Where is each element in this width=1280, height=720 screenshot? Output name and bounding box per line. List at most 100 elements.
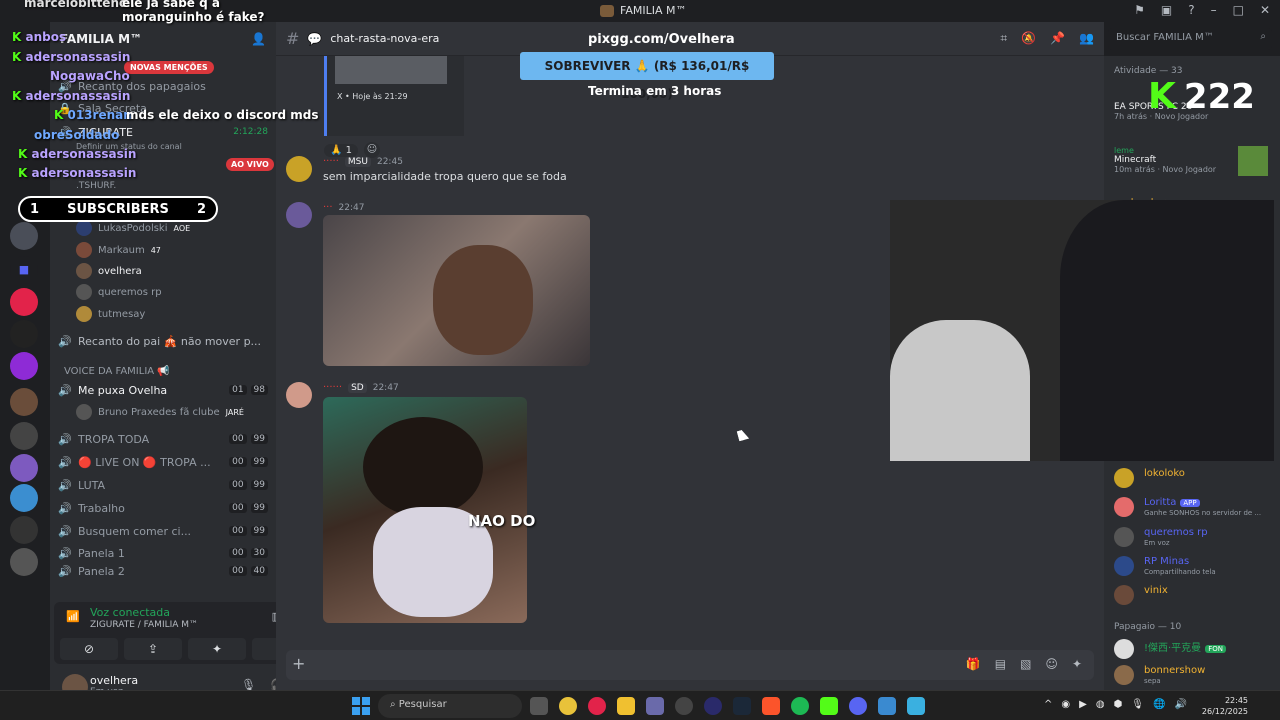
avatar[interactable] (286, 156, 312, 182)
network-icon[interactable]: 🌐 (1153, 699, 1165, 710)
member[interactable]: !傑西·平克曼 FON (1114, 636, 1274, 662)
windows-start-icon[interactable] (352, 697, 370, 715)
member[interactable]: Loritta APP Ganhe SONHOS no servidor de ..… (1114, 494, 1274, 520)
member[interactable]: vinix (1114, 582, 1274, 608)
server-icon[interactable] (10, 484, 38, 512)
notepad-icon[interactable] (907, 697, 925, 715)
plus-icon[interactable]: + (292, 654, 305, 673)
chevron-up-icon[interactable]: ^ (1044, 699, 1052, 710)
server-icon[interactable] (10, 516, 38, 544)
sticker-icon[interactable]: ▧ (1020, 657, 1031, 671)
voice-channel[interactable]: 🔊 🔴 LIVE ON 🔴 TROPA ... 00 99 (58, 452, 268, 472)
members-icon[interactable]: 👥 (1079, 31, 1094, 46)
apps-icon[interactable]: ✦ (1072, 657, 1082, 671)
voice-channel[interactable]: 🔊 TROPA TODA 00 99 (58, 429, 268, 449)
avatar (1114, 468, 1134, 488)
new-mentions-badge[interactable]: NOVAS MENÇÕES (124, 61, 214, 74)
voice-member[interactable]: ovelhera (76, 261, 142, 281)
message-composer[interactable]: + 🎁 ▤ ▧ ☺ ✦ (286, 650, 1094, 680)
gif-icon[interactable]: ▤ (995, 657, 1006, 671)
tray-app-icon[interactable]: ◉ (1061, 699, 1070, 710)
file-explorer-icon[interactable] (617, 697, 635, 715)
voice-channel[interactable]: 🔊 Busquem comer ci... 00 99 (58, 521, 268, 541)
server-icon[interactable] (10, 388, 38, 416)
activities-button[interactable]: ✦ (188, 638, 246, 660)
kick-icon[interactable] (820, 697, 838, 715)
link-embed[interactable]: X • Hoje às 21:29 (324, 56, 464, 136)
reaction-pray[interactable]: 🙏 1 (324, 143, 359, 157)
voice-channel[interactable]: 🔊 LUTA 00 99 (58, 475, 268, 495)
server-icon[interactable] (10, 288, 38, 316)
threads-icon[interactable]: ⌗ (1000, 31, 1007, 46)
voice-channel[interactable]: 🔊 Me puxa Ovelha 01 98 (58, 380, 268, 400)
message-author[interactable]: ····· (323, 156, 339, 167)
attached-image[interactable] (323, 215, 590, 366)
server-icon[interactable] (10, 352, 38, 380)
pin-icon[interactable]: 📌 (1050, 31, 1065, 46)
channel-recanto-pai[interactable]: 🔊 Recanto do pai 🎪 não mover p... (58, 331, 268, 351)
share-screen-button[interactable]: ⇪ (124, 638, 182, 660)
tray-app-icon[interactable]: ⬢ (1114, 699, 1123, 710)
voice-channel[interactable]: 🔊 Trabalho 00 99 (58, 498, 268, 518)
server-icon[interactable] (10, 454, 38, 482)
add-member-icon[interactable]: 👤 (251, 32, 266, 46)
member[interactable]: queremos rp Em voz (1114, 524, 1274, 550)
maximize-button[interactable]: □ (1233, 3, 1244, 17)
tray-app-icon[interactable]: ▶ (1079, 699, 1087, 710)
app-icon[interactable] (704, 697, 722, 715)
volume-icon[interactable]: 🔊 (1174, 699, 1186, 710)
avatar[interactable] (286, 202, 312, 228)
signal-icon[interactable]: 📶 (66, 610, 80, 623)
app-icon[interactable] (878, 697, 896, 715)
server-icon[interactable] (10, 422, 38, 450)
server-icon[interactable] (10, 222, 38, 250)
member[interactable]: bonnershow sepa (1114, 662, 1274, 688)
inbox-icon[interactable]: ⚑ (1134, 3, 1145, 17)
category-voice-familia[interactable]: VOICE DA FAMILIA 📢 (64, 366, 170, 377)
message-author[interactable]: ······ (323, 382, 342, 393)
brave-icon[interactable] (762, 697, 780, 715)
spotify-icon[interactable] (791, 697, 809, 715)
avatar (1114, 527, 1134, 547)
taskbar-search[interactable]: ⌕ Pesquisar (378, 694, 522, 718)
notifications-off-icon[interactable]: 🔕 (1021, 31, 1036, 46)
obs-icon[interactable] (675, 697, 693, 715)
chat-line: K adersonassasin (18, 147, 137, 161)
voice-member[interactable]: Markaum 47 (76, 240, 161, 260)
close-button[interactable]: ✕ (1260, 3, 1270, 17)
chrome-icon[interactable] (559, 697, 577, 715)
member[interactable]: lokoloko (1114, 465, 1274, 491)
help-icon[interactable]: ? (1188, 3, 1194, 17)
download-icon[interactable]: ▣ (1161, 3, 1172, 17)
app-icon[interactable] (646, 697, 664, 715)
minimize-button[interactable]: – (1211, 3, 1217, 17)
voice-channel[interactable]: 🔊 Panela 1 00 30 (58, 543, 268, 563)
server-icon[interactable] (10, 320, 38, 348)
folder-icon[interactable]: ■ (10, 256, 38, 284)
tray-app-icon[interactable]: ◍ (1096, 699, 1105, 710)
chat-line: K adersonassasin (12, 50, 131, 64)
attached-image[interactable] (323, 397, 527, 623)
avatar[interactable] (286, 382, 312, 408)
steam-icon[interactable] (733, 697, 751, 715)
search-input[interactable]: Buscar FAMILIA M™ ⌕ (1108, 28, 1272, 50)
message-author[interactable]: ··· (323, 202, 333, 213)
embed-thumbnail[interactable] (335, 56, 447, 84)
mic-icon[interactable]: 🎙 (1131, 699, 1144, 710)
emoji-icon[interactable]: ☺ (1045, 657, 1058, 671)
voice-member[interactable]: Bruno Praxedes fã clube JARÉ (76, 402, 244, 422)
gift-icon[interactable]: 🎁 (966, 657, 981, 671)
activity-card[interactable]: leme Minecraft 10m atrás · Novo Jogador (1114, 146, 1270, 176)
chat-line: K adersonassasin (18, 166, 137, 180)
voice-channel[interactable]: 🔊 Panela 2 00 40 (58, 565, 268, 577)
opera-icon[interactable] (588, 697, 606, 715)
camera-off-button[interactable]: ⊘ (60, 638, 118, 660)
task-view-icon[interactable] (530, 697, 548, 715)
server-icon[interactable] (10, 548, 38, 576)
avatar (76, 306, 92, 322)
member[interactable]: RP Minas Compartilhando tela (1114, 553, 1274, 579)
discord-icon[interactable] (849, 697, 867, 715)
voice-member[interactable]: tutmesay (76, 304, 145, 324)
clock[interactable]: 22:45 26/12/2025 (1202, 695, 1248, 717)
voice-member[interactable]: queremos rp (76, 282, 162, 302)
